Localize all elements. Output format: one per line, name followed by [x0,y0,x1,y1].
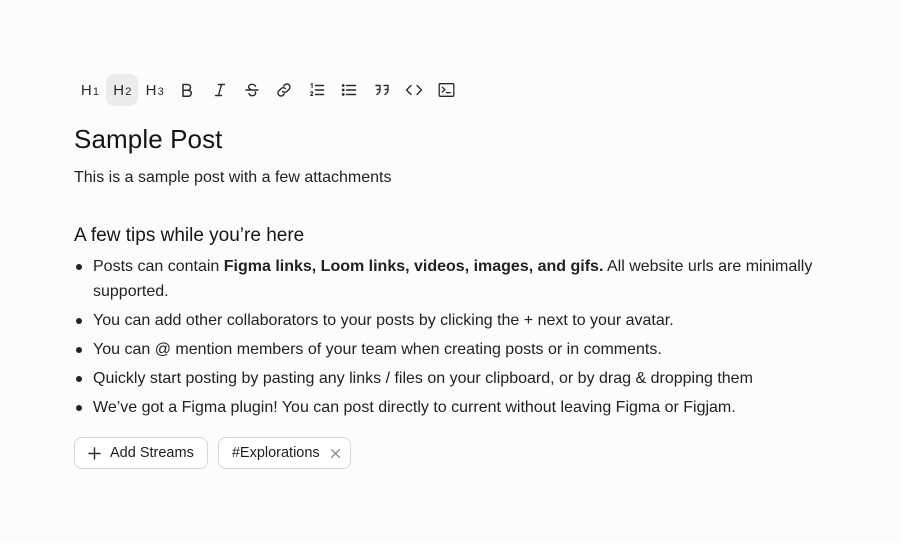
post-subtitle[interactable]: This is a sample post with a few attachm… [74,169,391,187]
ordered-list-icon [309,82,324,97]
list-item[interactable]: Posts can contain Figma links, Loom link… [74,255,844,304]
heading-3-icon: H3 [145,81,164,99]
stream-chip-label: #Explorations [231,445,320,461]
italic-icon [214,83,225,97]
code-button[interactable] [398,74,430,106]
list-item[interactable]: You can @ mention members of your team w… [74,338,844,363]
bold-icon [182,83,193,98]
add-streams-label: Add Streams [110,445,194,461]
code-icon [405,84,423,96]
list-item[interactable]: Quickly start posting by pasting any lin… [74,367,844,392]
code-block-button[interactable] [430,74,462,106]
tips-list: Posts can contain Figma links, Loom link… [74,255,844,425]
bullet-list-button[interactable] [333,74,365,106]
heading-1-button[interactable]: H1 [74,74,106,106]
plus-icon [88,446,101,460]
strikethrough-button[interactable] [236,74,268,106]
heading-3-button[interactable]: H3 [139,74,171,106]
heading-2-button[interactable]: H2 [106,74,139,106]
quote-icon [374,84,389,96]
strikethrough-icon [245,83,259,97]
formatting-toolbar: H1 H2 H3 [74,74,463,106]
post-title[interactable]: Sample Post [74,124,223,155]
bullet-list-icon [341,84,357,96]
italic-button[interactable] [204,74,236,106]
heading-1-icon: H1 [80,81,100,99]
post-editor: H1 H2 H3 Sample Post This is a sample po… [0,0,900,543]
quote-button[interactable] [366,74,398,106]
link-button[interactable] [268,74,300,106]
terminal-icon [438,83,455,97]
bold-button[interactable] [171,74,203,106]
stream-chips: Add Streams #Explorations [74,437,351,469]
link-icon [277,83,292,97]
list-item[interactable]: You can add other collaborators to your … [74,309,844,334]
heading-2-icon: H2 [113,81,132,99]
close-icon[interactable] [330,448,341,459]
tips-heading[interactable]: A few tips while you’re here [74,225,304,247]
ordered-list-button[interactable] [301,74,333,106]
stream-chip-explorations[interactable]: #Explorations [217,437,351,469]
add-streams-button[interactable]: Add Streams [74,437,208,469]
list-item[interactable]: We’ve got a Figma plugin! You can post d… [74,396,844,421]
